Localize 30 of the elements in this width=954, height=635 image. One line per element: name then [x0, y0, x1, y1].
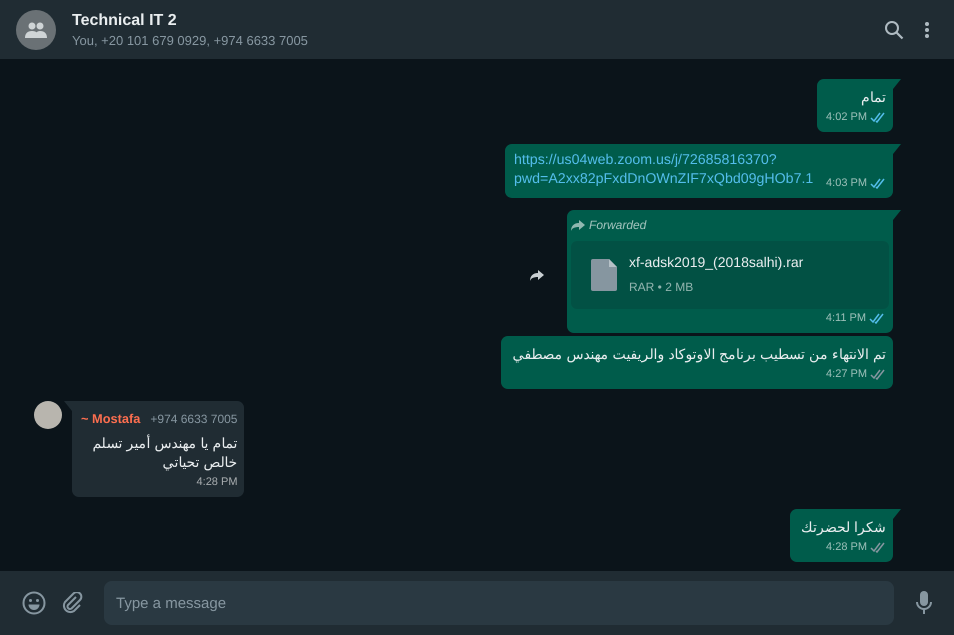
message-text: تمام يا مهندس أمير تسلم خالص تحياتي [92, 433, 238, 473]
message-time: 4:02 PM [826, 110, 867, 125]
sender-phone: +974 6633 7005 [150, 411, 238, 428]
message-time: 4:03 PM [826, 176, 867, 191]
group-avatar-icon[interactable] [16, 10, 56, 50]
message-link[interactable]: https://us04web.zoom.us/j/72685816370?pwd=A2xx82pFxdDnOWnZIF7xQbd09gHOb7.1 [514, 150, 814, 191]
microphone-icon[interactable] [916, 591, 932, 615]
message-time: 4:28 PM [196, 475, 238, 490]
message-time: 4:27 PM [826, 367, 867, 382]
emoji-icon[interactable] [22, 591, 46, 615]
chat-title[interactable]: Technical IT 2 [72, 12, 884, 30]
message-time: 4:28 PM [826, 540, 867, 555]
forwarded-label: Forwarded [589, 217, 646, 234]
message-time: 4:11 PM [826, 311, 866, 326]
search-icon[interactable] [884, 20, 904, 40]
file-attachment[interactable]: xf-adsk2019_(2018salhi).rar RAR • 2 MB [571, 241, 889, 309]
file-name: xf-adsk2019_(2018salhi).rar [629, 253, 804, 272]
forward-arrow-icon [571, 220, 585, 231]
avatar-photo[interactable] [34, 401, 62, 429]
message-input[interactable]: Type a message [104, 581, 894, 625]
message-text: شكرا لحضرتك [800, 519, 886, 538]
file-info: RAR • 2 MB [629, 279, 694, 296]
forward-arrow-icon [530, 270, 544, 281]
members-list: You, +20 101 679 0929, +974 6633 7005 [72, 32, 884, 48]
menu-icon[interactable] [924, 20, 930, 40]
sender-name[interactable]: ~ Mostafa [81, 409, 140, 428]
message-text: تم الانتهاء من تسطيب برنامج الاوتوكاد والريفيت مهندس مصطفي [511, 346, 886, 365]
paperclip-icon[interactable] [62, 592, 84, 614]
document-icon [591, 259, 617, 291]
message-text: تمام [860, 89, 886, 108]
